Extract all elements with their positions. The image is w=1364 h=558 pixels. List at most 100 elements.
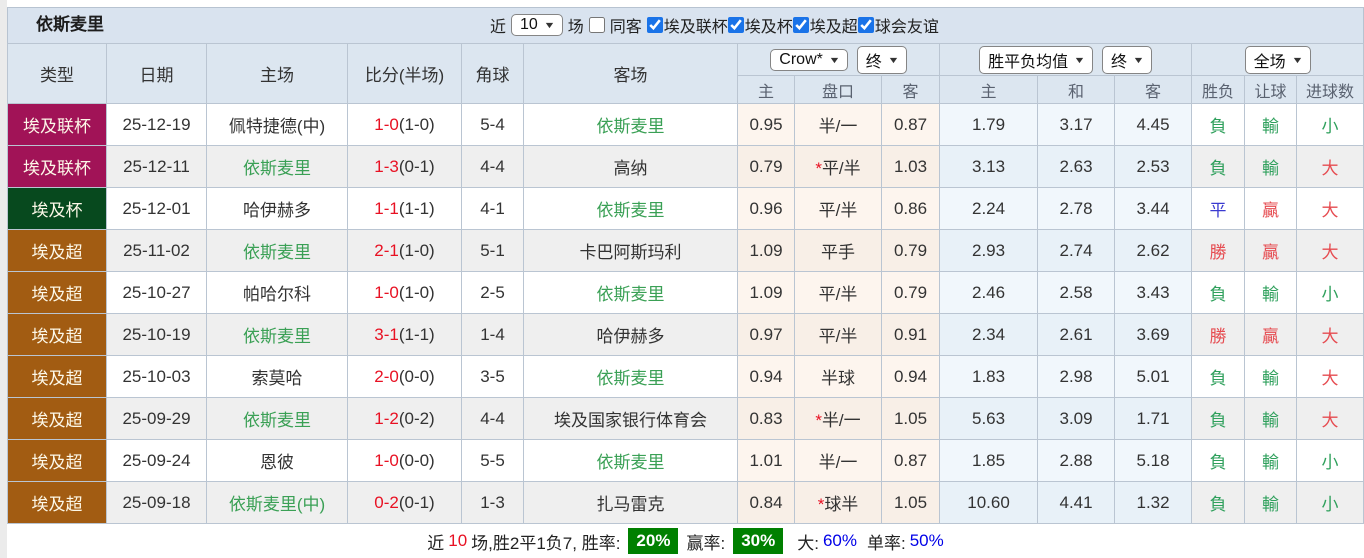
match-rows: 埃及联杯 25-12-19 佩特捷德(中) 1-0(1-0) 5-4 依斯麦里 … xyxy=(7,103,1364,524)
col-header-home: 主场 xyxy=(206,43,348,104)
odds-away-value: 1.05 xyxy=(880,397,941,440)
result-handicap-value: 輸 xyxy=(1244,145,1298,188)
competition-label: 埃及超 xyxy=(809,19,858,36)
avg-draw-value: 2.78 xyxy=(1037,187,1116,230)
away-team: 依斯麦里 xyxy=(523,355,738,398)
handicap-line-text: 半/一 xyxy=(818,117,858,136)
result-outcome-value: 勝 xyxy=(1191,313,1246,356)
chevron-down-icon: ▼ xyxy=(543,20,556,30)
col-header-corner: 角球 xyxy=(461,43,524,104)
competition-checkbox[interactable] xyxy=(646,17,663,33)
avg-home-value: 2.46 xyxy=(939,271,1039,314)
avg-away-value: 2.62 xyxy=(1114,229,1193,272)
table-row: 埃及杯 25-12-01 哈伊赫多 1-1(1-1) 4-1 依斯麦里 0.96… xyxy=(7,187,1364,230)
odds-home-value: 0.95 xyxy=(737,103,795,146)
home-team: 依斯麦里 xyxy=(206,397,348,440)
league-badge: 埃及超 xyxy=(7,229,107,272)
match-date: 25-12-19 xyxy=(106,103,207,146)
chevron-down-icon: ▼ xyxy=(1073,54,1086,65)
fulltime-score: 1-1 xyxy=(374,198,399,218)
avg-type-select[interactable]: 胜平负均值 ▼ xyxy=(979,45,1094,74)
table-row: 埃及超 25-11-02 依斯麦里 2-1(1-0) 5-1 卡巴阿斯玛利 1.… xyxy=(7,229,1364,272)
fulltime-score: 1-0 xyxy=(374,450,399,470)
corner-score: 4-4 xyxy=(461,397,524,440)
fulltime-score: 1-0 xyxy=(374,114,399,134)
odds-home-value: 1.09 xyxy=(737,229,795,272)
table-row: 埃及联杯 25-12-19 佩特捷德(中) 1-0(1-0) 5-4 依斯麦里 … xyxy=(7,103,1364,146)
avg-draw-value: 2.58 xyxy=(1037,271,1116,314)
odds-away-value: 1.03 xyxy=(880,145,941,188)
match-date: 25-10-27 xyxy=(106,271,207,314)
away-team: 高纳 xyxy=(523,145,738,188)
match-date: 25-09-29 xyxy=(106,397,207,440)
result-outcome-value: 負 xyxy=(1191,481,1246,524)
match-date: 25-09-18 xyxy=(106,481,207,524)
avg-home-value: 1.85 xyxy=(939,439,1039,482)
sub-header-odds-home: 主 xyxy=(737,75,795,104)
avg-draw-value: 4.41 xyxy=(1037,481,1116,524)
handicap-line-text: 平/半 xyxy=(821,159,861,178)
competition-label: 埃及杯 xyxy=(744,19,793,36)
halftime-score: (0-2) xyxy=(398,408,435,428)
sub-header-avg-home: 主 xyxy=(939,75,1039,104)
odds-source-value: Crow* xyxy=(779,50,823,68)
handicap-line-text: 半球 xyxy=(821,369,855,388)
near-count-select[interactable]: 10 ▼ xyxy=(511,14,563,36)
avg-home-value: 5.63 xyxy=(939,397,1039,440)
result-handicap-value: 輸 xyxy=(1244,355,1298,398)
avg-type-value: 胜平负均值 xyxy=(988,53,1069,71)
avg-away-value: 2.53 xyxy=(1114,145,1193,188)
odds-time-select[interactable]: 终 ▼ xyxy=(856,45,907,74)
col-header-date: 日期 xyxy=(106,43,207,104)
halftime-score: (1-1) xyxy=(398,324,435,344)
same-venue-checkbox[interactable] xyxy=(588,17,605,33)
odds-source-select[interactable]: Crow* ▼ xyxy=(770,48,848,71)
chevron-down-icon: ▼ xyxy=(1290,54,1304,65)
chevron-down-icon: ▼ xyxy=(828,54,841,65)
near-label: 近 xyxy=(490,19,507,36)
home-team: 佩特捷德(中) xyxy=(206,103,348,146)
line-change-star: * xyxy=(815,411,822,430)
result-handicap-value: 輸 xyxy=(1244,439,1298,482)
corner-score: 1-4 xyxy=(461,313,524,356)
avg-away-value: 5.01 xyxy=(1114,355,1193,398)
competition-label: 球会友谊 xyxy=(874,19,939,36)
avg-away-value: 1.32 xyxy=(1114,481,1193,524)
score-cell: 2-1(1-0) xyxy=(347,229,462,272)
competition-filter: 埃及联杯 xyxy=(646,13,728,37)
score-cell: 0-2(0-1) xyxy=(347,481,462,524)
odds-time-value: 终 xyxy=(865,53,882,71)
near-count-value: 10 xyxy=(520,16,538,33)
result-goals-value: 小 xyxy=(1296,271,1364,314)
avg-draw-value: 2.98 xyxy=(1037,355,1116,398)
odds-group-header: Crow* ▼ 终 ▼ xyxy=(736,43,941,76)
avg-time-select[interactable]: 终 ▼ xyxy=(1102,45,1152,74)
corner-score: 5-5 xyxy=(461,439,524,482)
table-row: 埃及超 25-10-03 索莫哈 2-0(0-0) 3-5 依斯麦里 0.94 … xyxy=(7,355,1364,398)
competition-checkbox[interactable] xyxy=(792,17,809,33)
result-outcome-value: 負 xyxy=(1191,355,1246,398)
score-cell: 1-3(0-1) xyxy=(347,145,462,188)
sub-header-avg-draw: 和 xyxy=(1037,75,1116,104)
handicap-line: 半/一 xyxy=(794,103,882,146)
page-gutter xyxy=(0,0,7,558)
filter-controls: 近 10 ▼ 场 同客 埃及联杯 埃及杯 埃及超 球会友谊 xyxy=(490,8,939,42)
col-header-away: 客场 xyxy=(523,43,738,104)
competition-checkbox[interactable] xyxy=(727,17,744,33)
col-header-type: 类型 xyxy=(7,43,107,104)
odds-home-value: 0.96 xyxy=(737,187,795,230)
result-scope-select[interactable]: 全场 ▼ xyxy=(1244,45,1311,74)
result-goals-value: 小 xyxy=(1296,439,1364,482)
competition-filter: 埃及杯 xyxy=(727,13,793,37)
odds-away-value: 0.79 xyxy=(880,271,941,314)
avg-away-value: 5.18 xyxy=(1114,439,1193,482)
avg-home-value: 2.93 xyxy=(939,229,1039,272)
halftime-score: (1-0) xyxy=(398,114,435,134)
halftime-score: (1-0) xyxy=(398,282,435,302)
result-handicap-value: 贏 xyxy=(1244,313,1298,356)
fulltime-score: 2-1 xyxy=(374,240,399,260)
handicap-line-text: 平手 xyxy=(821,243,855,262)
competition-checkbox[interactable] xyxy=(857,17,874,33)
odds-home-value: 0.94 xyxy=(737,355,795,398)
result-goals-value: 大 xyxy=(1296,229,1364,272)
